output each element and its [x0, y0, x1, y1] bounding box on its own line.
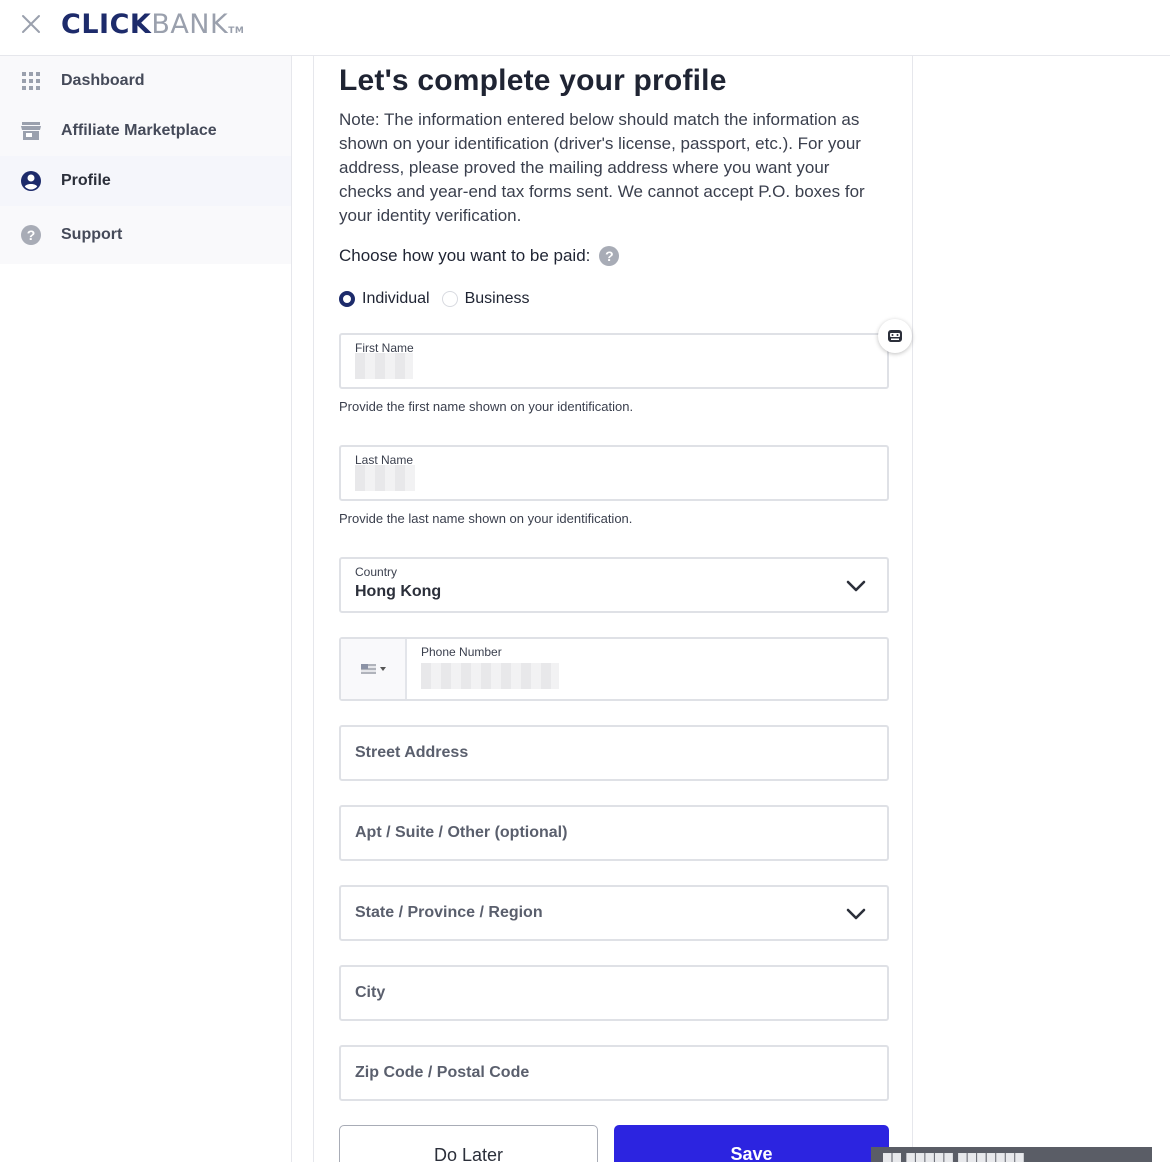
payment-type-radio-group: Individual Business — [339, 290, 542, 308]
last-name-field[interactable]: Last Name — [339, 445, 889, 501]
help-icon[interactable]: ? — [599, 246, 620, 266]
help-circle-icon: ? — [20, 224, 42, 246]
country-code-dropdown[interactable] — [341, 639, 407, 699]
store-icon — [20, 120, 42, 142]
last-name-hint: Provide the last name shown on your iden… — [339, 511, 633, 526]
top-bar: CLICKBANKTM — [0, 0, 1170, 56]
state-province-select[interactable]: State / Province / Region — [339, 885, 889, 941]
individual-radio-label[interactable]: Individual — [362, 290, 430, 308]
sidebar-item-affiliate-marketplace[interactable]: Affiliate Marketplace — [0, 106, 291, 156]
first-name-hint: Provide the first name shown on your ide… — [339, 399, 634, 414]
redacted-value — [355, 353, 413, 379]
sidebar: Dashboard Affiliate Marketplace Profile … — [0, 56, 292, 1162]
svg-text:?: ? — [27, 227, 36, 243]
sidebar-nav: Dashboard Affiliate Marketplace Profile … — [0, 56, 291, 264]
phone-number-label: Phone Number — [421, 645, 502, 659]
zip-code-input[interactable]: Zip Code / Postal Code — [339, 1045, 889, 1101]
business-radio[interactable] — [441, 291, 458, 307]
sidebar-item-label: Affiliate Marketplace — [61, 122, 217, 139]
clickbank-logo[interactable]: CLICKBANKTM — [61, 9, 244, 40]
sidebar-item-label: Dashboard — [61, 72, 145, 89]
country-label: Country — [355, 565, 398, 579]
chevron-down-icon — [846, 580, 866, 592]
caret-down-icon — [379, 667, 386, 671]
phone-number-field[interactable]: Phone Number — [339, 637, 889, 701]
toast-text: ██ █████ ███████ — [883, 1153, 1025, 1162]
sidebar-item-support[interactable]: ? Support — [0, 206, 291, 264]
page-title: Let's complete your profile — [339, 64, 727, 97]
sidebar-item-label: Profile — [61, 172, 111, 189]
identification-note: Note: The information entered below shou… — [339, 110, 865, 225]
payment-type-label: Choose how you want to be paid: ? — [339, 246, 620, 266]
redacted-value — [355, 465, 415, 491]
individual-radio[interactable] — [339, 291, 355, 307]
street-address-input[interactable]: Street Address — [339, 725, 889, 781]
redacted-value — [421, 663, 559, 689]
save-button[interactable]: Save — [614, 1125, 889, 1162]
first-name-field[interactable]: First Name — [339, 333, 889, 389]
autofill-robot-button[interactable] — [878, 319, 912, 353]
grid-icon — [20, 70, 42, 92]
business-radio-label[interactable]: Business — [465, 290, 530, 308]
toast-notification[interactable]: ██ █████ ███████ — [871, 1147, 1152, 1162]
sidebar-item-label: Support — [61, 226, 123, 243]
do-later-button[interactable]: Do Later — [339, 1125, 598, 1162]
chevron-down-icon — [846, 908, 866, 920]
flag-icon — [360, 664, 376, 674]
country-select[interactable]: Country Hong Kong — [339, 557, 889, 613]
close-icon[interactable] — [20, 13, 42, 35]
user-circle-icon — [20, 170, 42, 192]
country-value: Hong Kong — [355, 583, 442, 600]
profile-form-card: Let's complete your profile Note: The in… — [313, 56, 913, 1162]
sidebar-item-profile[interactable]: Profile — [0, 156, 291, 206]
city-input[interactable]: City — [339, 965, 889, 1021]
apt-suite-input[interactable]: Apt / Suite / Other (optional) — [339, 805, 889, 861]
robot-icon — [888, 330, 902, 342]
sidebar-item-dashboard[interactable]: Dashboard — [0, 56, 291, 106]
